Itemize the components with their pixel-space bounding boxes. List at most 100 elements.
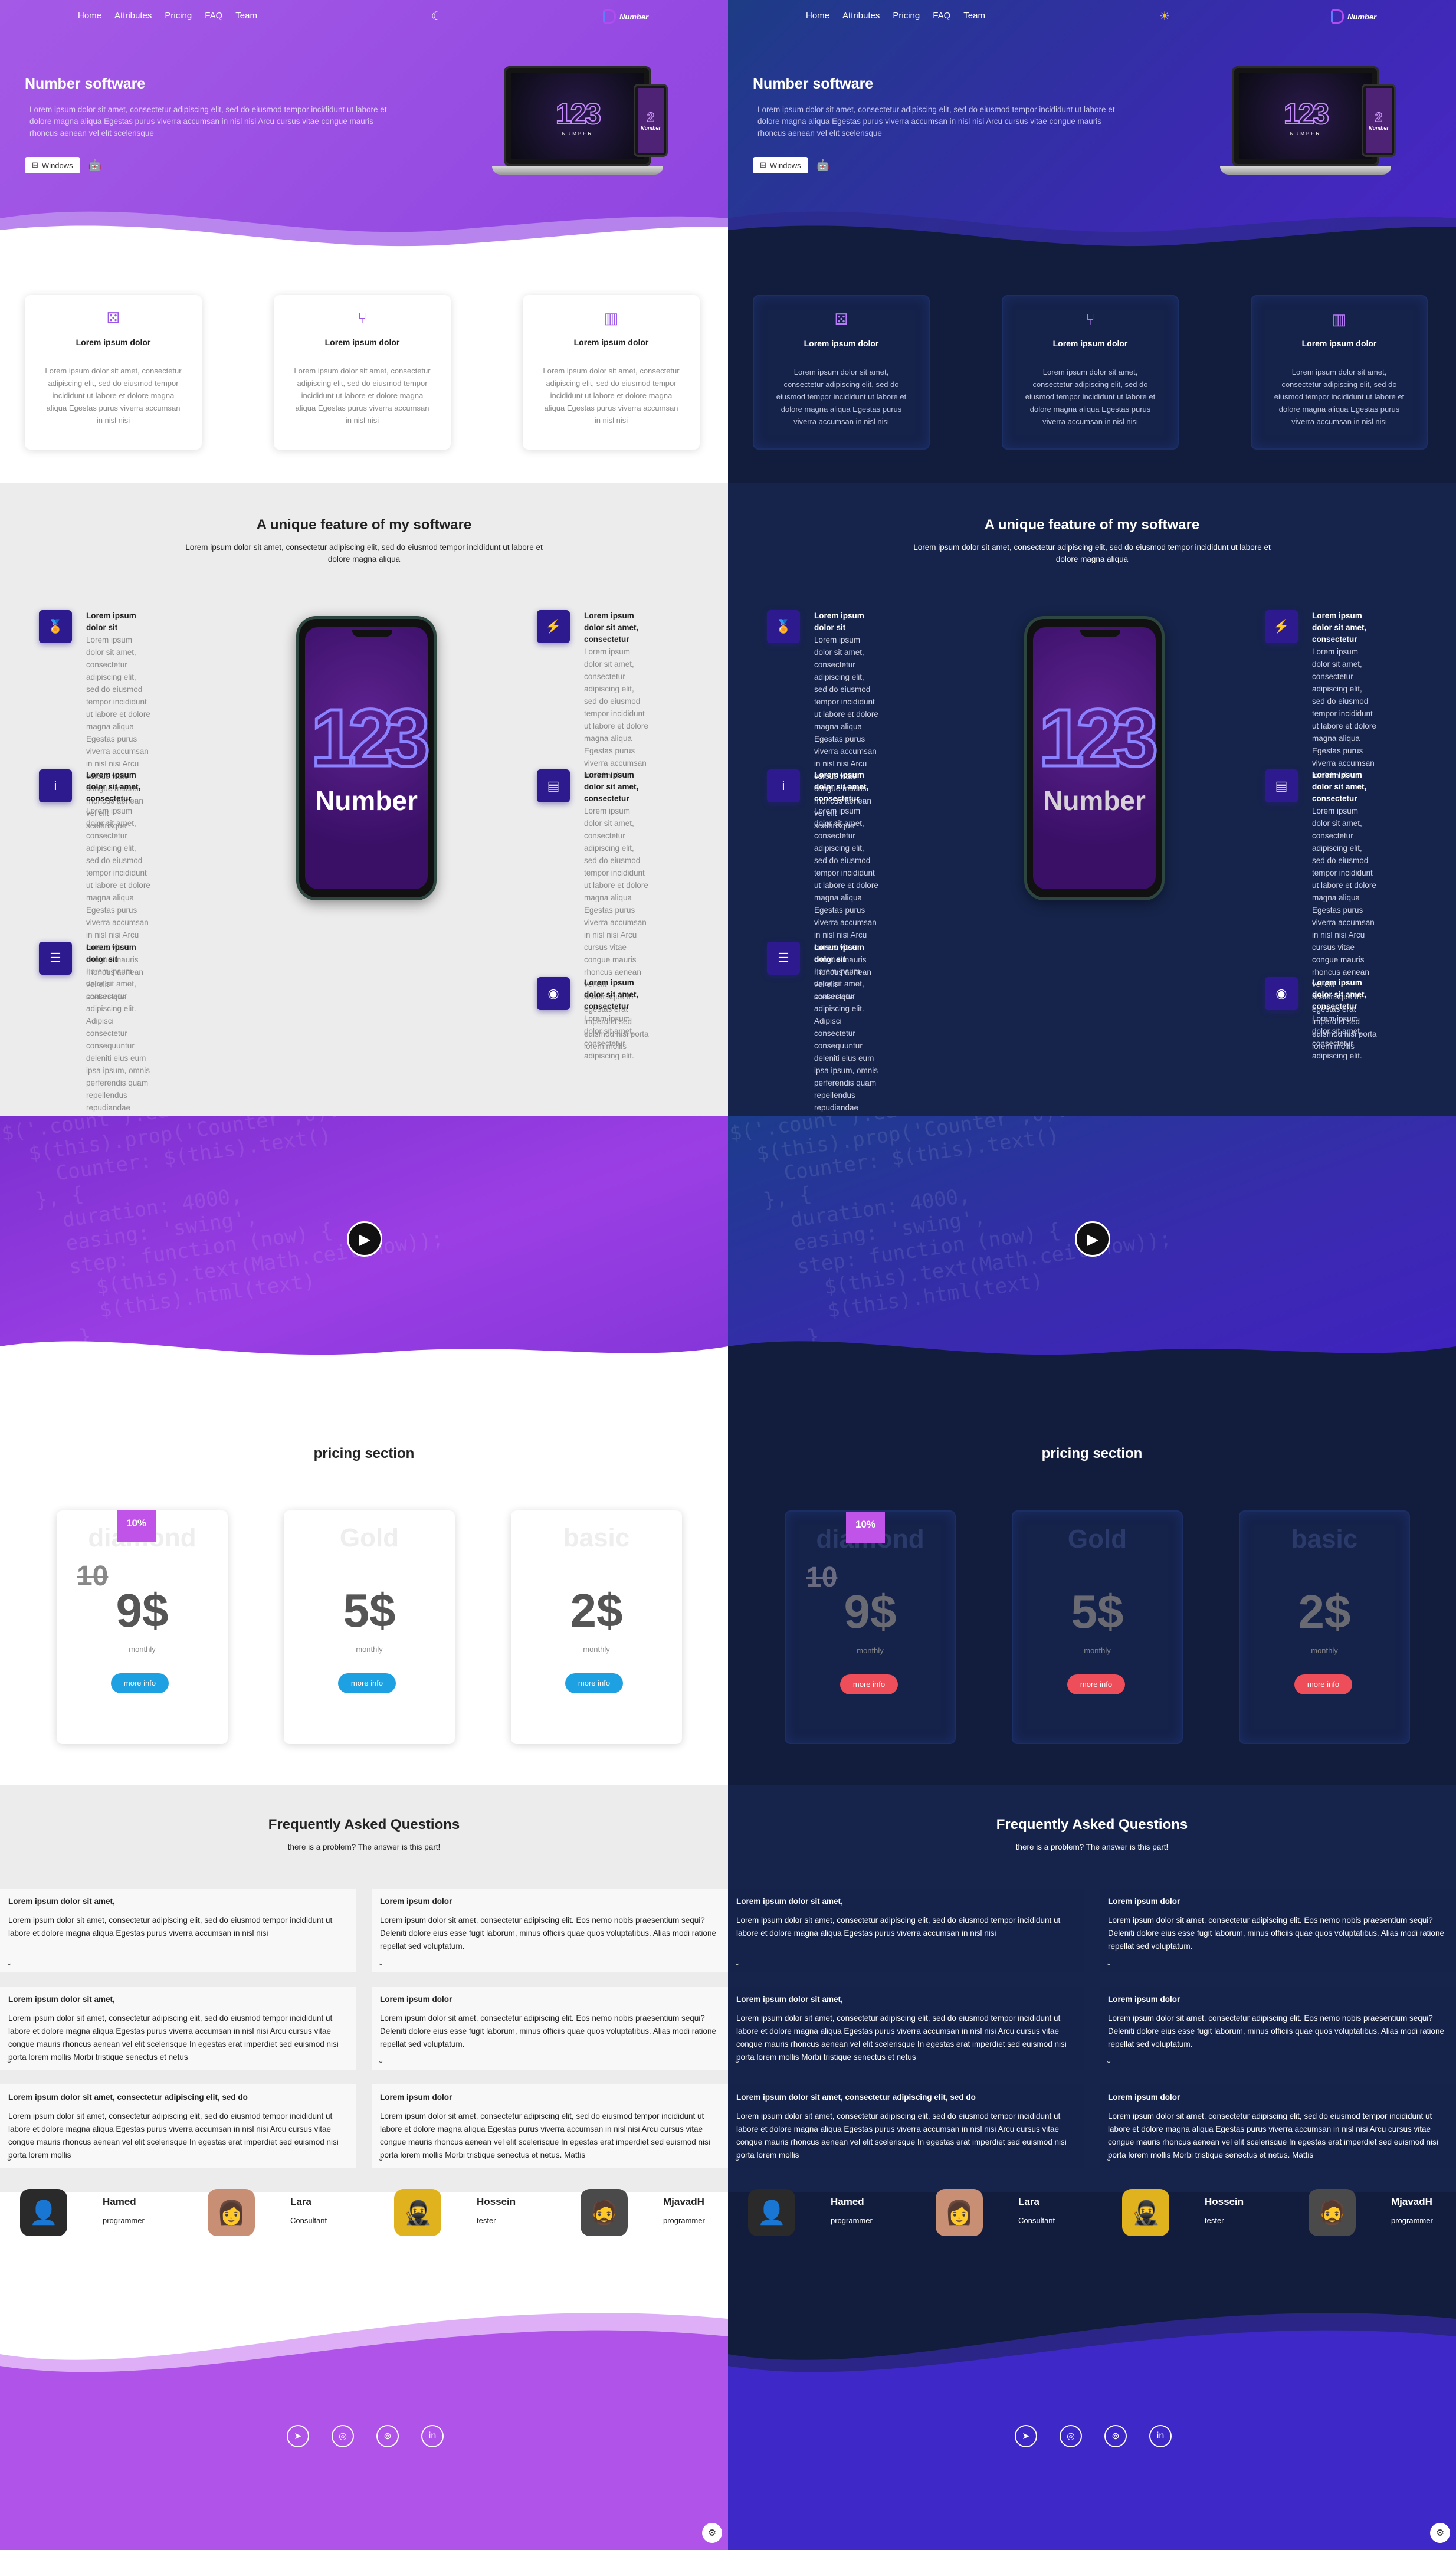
play-icon: ▶ [1087,1230,1098,1248]
telegram-icon[interactable]: ➤ [1015,2425,1037,2447]
feature-item: ◉ Lorem ipsum dolor sit amet, consectetur… [537,977,649,1062]
plan-price: 5$ [1071,1585,1124,1638]
plan-price: 2$ [570,1584,623,1637]
light-theme-page: Home Attributes Pricing FAQ Team ☾ Numbe… [0,0,728,2550]
feature-card: ⚄ Lorem ipsum dolor Lorem ipsum dolor sit … [25,295,202,450]
nav-attributes[interactable]: Attributes [842,11,880,21]
instagram-icon[interactable]: ◎ [332,2425,354,2447]
chevron-down-icon[interactable]: ⌄ [1106,2154,1112,2164]
laptop-mockup: 123 NUMBER 2 Number [1220,66,1396,184]
os-download-row: ⊞ Windows 🤖 [753,157,851,173]
nav-attributes[interactable]: Attributes [114,11,152,21]
faq-item[interactable]: Lorem ipsum dolor Lorem ipsum dolor sit a… [1100,1889,1456,1972]
linkedin-icon[interactable]: in [1149,2425,1172,2447]
phone-mockup: 123 Number [1024,616,1165,900]
chevron-down-icon[interactable]: ⌄ [1106,2056,1112,2066]
play-button[interactable]: ▶ [1075,1221,1110,1257]
top-nav: Home Attributes Pricing FAQ Team [806,11,985,21]
brand-logo[interactable]: Number [1331,9,1376,24]
telegram-icon[interactable]: ➤ [287,2425,309,2447]
github-icon[interactable]: ⊚ [376,2425,399,2447]
footer [0,2289,728,2550]
nav-faq[interactable]: FAQ [205,11,222,21]
pricing-title: pricing section [313,1446,415,1461]
faq-item[interactable]: Lorem ipsum dolor sit amet, consectetur … [728,2084,1084,2168]
translate-icon[interactable]: ⚙ [702,2523,722,2543]
github-icon[interactable]: ⊚ [1104,2425,1127,2447]
plan-card-gold: Gold 5$ monthly more info [284,1510,455,1744]
nav-home[interactable]: Home [806,11,829,21]
chevron-down-icon[interactable]: ⌄ [378,2154,384,2164]
more-info-button[interactable]: more info [338,1673,396,1693]
avatar: 🧔 [1309,2189,1356,2236]
android-icon[interactable]: 🤖 [88,159,101,172]
play-icon: ▶ [359,1230,370,1248]
more-info-button[interactable]: more info [565,1673,623,1693]
nav-pricing[interactable]: Pricing [893,11,920,21]
windows-button[interactable]: ⊞ Windows [25,157,80,173]
team-member: 🥷 Hossein tester [1122,2189,1244,2236]
instagram-icon[interactable]: ◎ [1060,2425,1082,2447]
faq-item[interactable]: Lorem ipsum dolor sit amet, Lorem ipsum d… [728,1889,1084,1972]
dice-icon: ⚄ [106,309,120,327]
video-wave [728,1341,1456,1370]
nav-faq[interactable]: FAQ [933,11,950,21]
chevron-down-icon[interactable]: ⌄ [6,2056,12,2066]
video-section: $('.count').each(function () { $(this).p… [728,1116,1456,1370]
chevron-down-icon[interactable]: ⌄ [6,2154,12,2164]
nav-home[interactable]: Home [78,11,101,21]
medal-icon: 🏅 [39,610,72,643]
chevron-down-icon[interactable]: ⌄ [734,2154,740,2164]
nav-pricing[interactable]: Pricing [165,11,192,21]
linkedin-icon[interactable]: in [421,2425,444,2447]
chevron-down-icon[interactable]: ⌄ [378,2056,384,2066]
nav-team[interactable]: Team [963,11,985,21]
avatar: 👩 [936,2189,983,2236]
sun-icon[interactable]: ☀ [1157,9,1172,24]
chevron-down-icon[interactable]: ⌄ [734,2056,740,2066]
faq-item[interactable]: Lorem ipsum dolor Lorem ipsum dolor sit a… [372,1987,728,2070]
feature-card: ▥ Lorem ipsum dolor Lorem ipsum dolor sit … [1251,295,1428,450]
moon-icon[interactable]: ☾ [429,9,444,24]
nav-team[interactable]: Team [235,11,257,21]
faq-item[interactable]: Lorem ipsum dolor Lorem ipsum dolor sit a… [372,2084,728,2168]
section-subtitle: Lorem ipsum dolor sit amet, consectetur … [185,543,543,563]
brand-logo[interactable]: Number [603,9,648,24]
team-member: 👤 Hamed programmer [20,2189,145,2236]
more-info-button[interactable]: more info [840,1674,898,1694]
section-subtitle: Lorem ipsum dolor sit amet, consectetur … [913,543,1271,563]
chevron-down-icon[interactable]: ⌄ [734,1958,740,1968]
os-download-row: ⊞ Windows 🤖 [25,157,123,173]
play-button[interactable]: ▶ [347,1221,382,1257]
faq-item[interactable]: Lorem ipsum dolor Lorem ipsum dolor sit a… [1100,1987,1456,2070]
faq-item[interactable]: Lorem ipsum dolor Lorem ipsum dolor sit a… [1100,2084,1456,2168]
faq-section: Frequently Asked Questions there is a pr… [0,1785,728,2192]
faq-subtitle: there is a problem? The answer is this p… [1015,1843,1169,1851]
faq-item[interactable]: Lorem ipsum dolor sit amet, Lorem ipsum d… [728,1987,1084,2070]
dark-theme-page: Home Attributes Pricing FAQ Team ☀ Numbe… [728,0,1456,2550]
team-member: 👤 Hamed programmer [748,2189,873,2236]
plan-card-diamond: diamond 10% 10 9$ monthly more info [785,1510,956,1744]
document-icon: ▤ [1265,769,1298,802]
chevron-down-icon[interactable]: ⌄ [1106,1958,1112,1968]
feature-item: ◉ Lorem ipsum dolor sit amet, consectetur… [1265,977,1377,1062]
faq-item[interactable]: Lorem ipsum dolor sit amet, consectetur … [0,2084,356,2168]
more-info-button[interactable]: more info [1294,1674,1352,1694]
avatar: 🧔 [581,2189,628,2236]
chevron-down-icon[interactable]: ⌄ [6,1958,12,1968]
more-info-button[interactable]: more info [111,1673,169,1693]
chevron-down-icon[interactable]: ⌄ [378,1958,384,1968]
plan-card-gold: Gold 5$ monthly more info [1012,1510,1183,1744]
chart-icon: ▥ [604,309,619,327]
faq-item[interactable]: Lorem ipsum dolor sit amet, Lorem ipsum d… [0,1987,356,2070]
avatar: 🥷 [394,2189,441,2236]
more-info-button[interactable]: more info [1067,1674,1125,1694]
faq-item[interactable]: Lorem ipsum dolor Lorem ipsum dolor sit a… [372,1889,728,1972]
logo-mark-icon [1331,9,1344,24]
footer [728,2289,1456,2550]
translate-icon[interactable]: ⚙ [1430,2523,1450,2543]
android-icon[interactable]: 🤖 [816,159,829,172]
faq-item[interactable]: Lorem ipsum dolor sit amet, Lorem ipsum d… [0,1889,356,1972]
windows-button[interactable]: ⊞ Windows [753,157,808,173]
feature-item: ⚡ Lorem ipsum dolor sit amet, consectetur… [537,610,649,782]
